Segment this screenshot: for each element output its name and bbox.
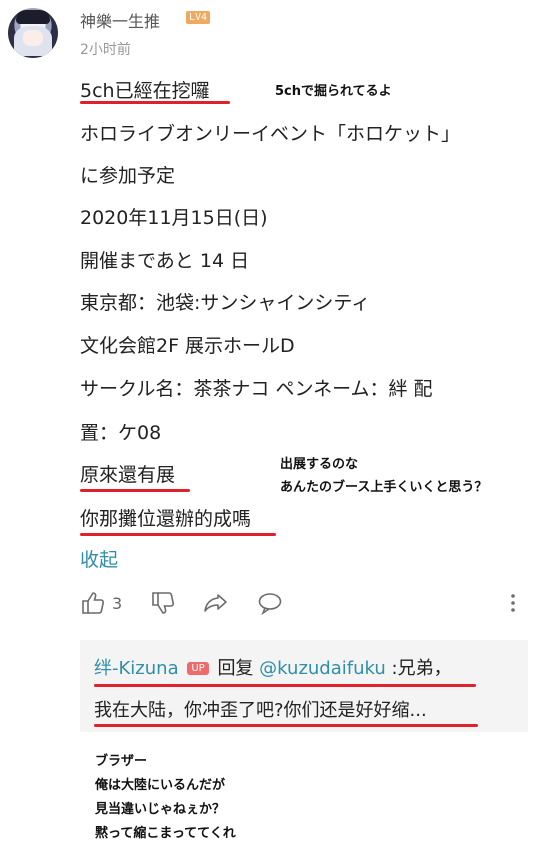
comment-line-11: 你那攤位還辦的成嗎 bbox=[80, 508, 252, 530]
comment-line-3: に参加予定 bbox=[80, 165, 176, 187]
red-underline-2 bbox=[80, 489, 190, 492]
reply-text-1: :兄弟， bbox=[391, 658, 452, 679]
reply-author[interactable]: 绊-Kizuna bbox=[94, 658, 179, 679]
red-underline-1 bbox=[80, 101, 230, 104]
comment-icon[interactable] bbox=[257, 590, 283, 616]
comment-line-10: 原來還有展 bbox=[80, 464, 176, 486]
level-badge: LV4 bbox=[186, 11, 211, 24]
comment-line-5: 開催まであと 14 日 bbox=[80, 250, 250, 272]
annotation-note-1: 5chで掘られてるよ bbox=[275, 84, 392, 99]
comment-line-2: ホロライブオンリーイベント「ホロケット」 bbox=[80, 123, 461, 145]
dislike-icon[interactable] bbox=[150, 590, 176, 616]
more-icon[interactable] bbox=[500, 590, 526, 616]
username[interactable]: 神樂一生推 bbox=[80, 8, 160, 32]
red-underline-3 bbox=[80, 533, 276, 536]
comment-line-4: 2020年11月15日(日) bbox=[80, 207, 268, 229]
reply-text-2: 我在大陆，你冲歪了吧?你们还是好好缩... bbox=[94, 700, 427, 721]
action-bar: 3 bbox=[80, 590, 520, 620]
share-icon[interactable] bbox=[203, 590, 229, 616]
annotation-bottom-3: 見当違いじゃねぇか？ bbox=[95, 802, 226, 817]
annotation-bottom-1: ブラザー bbox=[95, 754, 148, 769]
comment-line-7: 文化会館2F 展示ホールD bbox=[80, 335, 295, 357]
annotation-bottom-4: 黙って縮こまっててくれ bbox=[95, 826, 236, 841]
comment-line-9: 置：ケ08 bbox=[80, 422, 162, 444]
avatar[interactable] bbox=[8, 8, 58, 58]
timestamp: 2小时前 bbox=[80, 42, 131, 58]
reply-box[interactable]: 绊-Kizuna UP 回复 @kuzudaifuku :兄弟， 我在大陆，你冲… bbox=[80, 640, 528, 732]
up-badge: UP bbox=[187, 662, 209, 675]
avatar-face bbox=[23, 30, 43, 46]
reply-line-1: 绊-Kizuna UP 回复 @kuzudaifuku :兄弟， bbox=[94, 654, 452, 680]
like-count: 3 bbox=[112, 594, 123, 613]
reply-mention[interactable]: @kuzudaifuku bbox=[259, 658, 386, 679]
annotation-note-2a: 出展するのな bbox=[280, 457, 359, 472]
red-underline-4 bbox=[94, 684, 476, 687]
avatar-hat bbox=[16, 10, 50, 24]
reply-word: 回复 bbox=[217, 658, 254, 679]
collapse-link[interactable]: 收起 bbox=[80, 545, 118, 572]
like-icon[interactable] bbox=[80, 590, 106, 616]
comment-line-8: サークル名：茶茶ナコ ペンネーム：絆 配 bbox=[80, 378, 433, 400]
red-underline-5 bbox=[94, 724, 478, 727]
comment-line-1: 5ch已經在挖囉 bbox=[80, 80, 210, 102]
comment-line-6: 東京都：池袋:サンシャインシティ bbox=[80, 292, 371, 314]
annotation-note-2b: あんたのブース上手くいくと思う？ bbox=[280, 480, 488, 495]
annotation-bottom-2: 俺は大陸にいるんだが bbox=[95, 778, 226, 793]
